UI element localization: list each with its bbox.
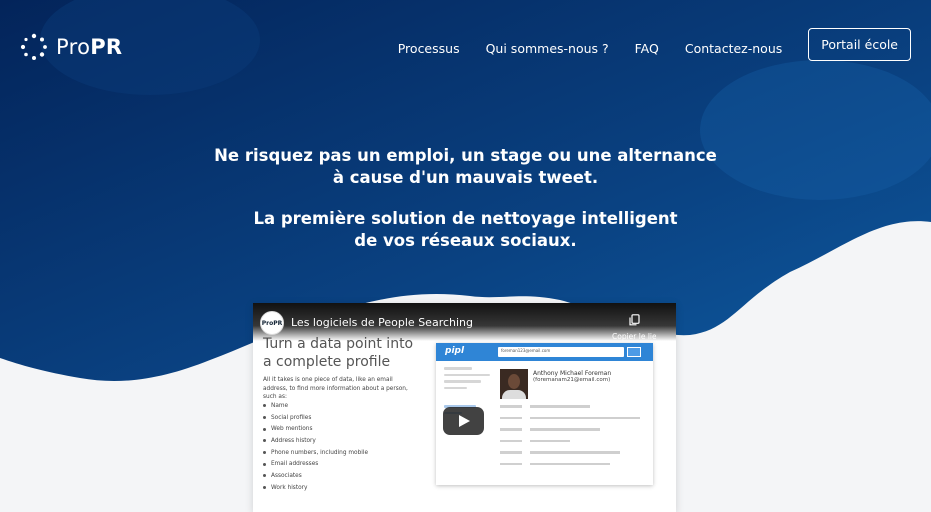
pipl-search-text: foreman123@email.com <box>501 348 551 353</box>
logo-text-bold: PR <box>90 35 123 59</box>
hero-line-4: de vos réseaux sociaux. <box>354 231 577 250</box>
copy-link-button[interactable]: Copier le lien <box>612 311 656 341</box>
profile-email: (foremanam21@email.com) <box>533 377 611 383</box>
portail-ecole-button[interactable]: Portail école <box>808 28 911 61</box>
slide-title-line-2: a complete profile <box>263 354 391 370</box>
list-item: Phone numbers, including mobile <box>263 447 368 459</box>
top-navigation: ProPR Processus Qui sommes-nous ? FAQ Co… <box>0 0 931 90</box>
nav-link-processus[interactable]: Processus <box>398 41 460 56</box>
video-title[interactable]: Les logiciels de People Searching <box>291 316 473 329</box>
list-item: Associates <box>263 470 368 482</box>
slide-list: Name Social profiles Web mentions Addres… <box>263 400 368 494</box>
list-item: Email addresses <box>263 458 368 470</box>
logo-text: ProPR <box>56 35 122 59</box>
profile-details <box>500 405 640 474</box>
play-button[interactable] <box>443 407 484 435</box>
copy-link-label: Copier le lien <box>612 332 656 341</box>
copy-icon <box>628 314 640 326</box>
list-item: Work history <box>263 482 368 494</box>
profile-photo <box>500 369 528 399</box>
list-item: Web mentions <box>263 423 368 435</box>
propr-logo[interactable]: ProPR <box>20 32 122 62</box>
list-item: Social profiles <box>263 412 368 424</box>
video-title-bar: ProPR Les logiciels de People Searching … <box>253 303 676 341</box>
youtube-video-embed[interactable]: Turn a data point into a complete profil… <box>253 303 676 512</box>
slide-intro: All it takes is one piece of data, like … <box>263 377 408 400</box>
hero-line-3: La première solution de nettoyage intell… <box>253 209 678 228</box>
profile-name: Anthony Michael Foreman <box>533 370 612 377</box>
nav-link-faq[interactable]: FAQ <box>635 41 659 56</box>
pipl-search-box: foreman123@email.com <box>498 347 624 357</box>
channel-avatar[interactable]: ProPR <box>260 311 284 335</box>
dots-circle-icon <box>20 33 47 60</box>
hero-line-1: Ne risquez pas un emploi, un stage ou un… <box>214 146 717 165</box>
list-item: Name <box>263 400 368 412</box>
list-item: Address history <box>263 435 368 447</box>
hero-line-2: à cause d'un mauvais tweet. <box>332 168 599 187</box>
nav-link-qui-sommes-nous[interactable]: Qui sommes-nous ? <box>486 41 609 56</box>
pipl-logo: pipl <box>445 346 465 356</box>
logo-text-light: Pro <box>56 35 91 59</box>
hero-subheadline: La première solution de nettoyage intell… <box>0 208 931 252</box>
hero-headline: Ne risquez pas un emploi, un stage ou un… <box>0 145 931 189</box>
pipl-header: pipl foreman123@email.com <box>436 343 653 361</box>
nav-links: Processus Qui sommes-nous ? FAQ Contacte… <box>398 28 911 61</box>
nav-link-contact[interactable]: Contactez-nous <box>685 41 782 56</box>
pipl-search-icon <box>627 347 641 357</box>
